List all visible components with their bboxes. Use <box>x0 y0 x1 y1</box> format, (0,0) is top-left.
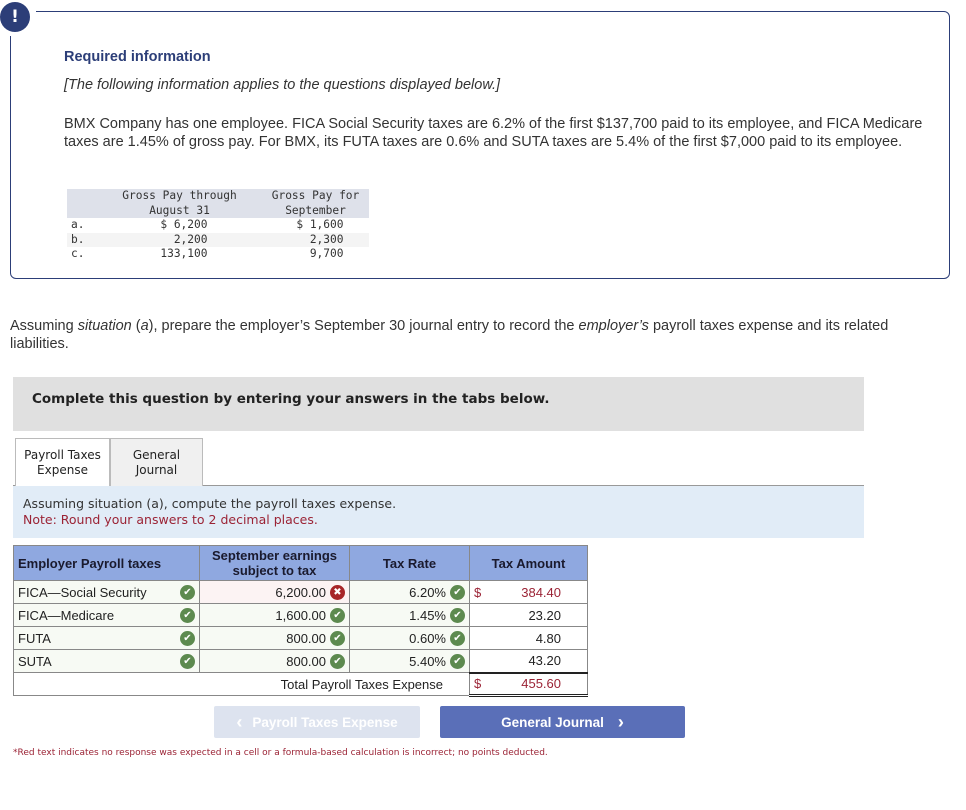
gross-september: 2,300 <box>309 232 344 246</box>
chevron-left-icon: ‹ <box>236 711 243 732</box>
correct-check-icon: ✔ <box>180 584 195 600</box>
given-table-header: Gross Pay through August 31 Gross Pay fo… <box>67 189 369 218</box>
gross-september: $ 1,600 <box>296 218 344 231</box>
required-info-title: Required information <box>64 49 211 65</box>
given-data-table: Gross Pay through August 31 Gross Pay fo… <box>67 189 369 262</box>
total-row: Total Payroll Taxes Expense $455.60 <box>13 671 588 697</box>
payroll-taxes-table: Employer Payroll taxes September earning… <box>13 545 588 697</box>
total-currency-symbol: $ <box>474 676 482 692</box>
tax-amount-value: 4.80 <box>535 630 561 646</box>
correct-check-icon: ✔ <box>450 630 465 646</box>
total-amount-cell: $455.60 <box>469 671 588 697</box>
tax-amount-cell: 43.20 <box>469 649 588 673</box>
instructions-text: Assuming situation (a), compute the payr… <box>23 496 397 511</box>
tax-name: FUTA <box>18 630 51 646</box>
tax-name-cell[interactable]: FUTA ✔ <box>13 626 200 650</box>
correct-check-icon: ✔ <box>450 607 465 623</box>
given-table-row: b. 2,200 2,300 <box>67 232 369 247</box>
header-gross-september: Gross Pay for September <box>271 189 360 217</box>
table-row: SUTA ✔ 800.00 ✔ 5.40% ✔ 43.20 <box>13 649 588 673</box>
tax-amount-cell: 4.80 <box>469 626 588 650</box>
correct-check-icon: ✔ <box>450 653 465 669</box>
red-text-footnote: *Red text indicates no response was expe… <box>13 748 548 758</box>
tax-amount-value: 43.20 <box>528 653 561 669</box>
tax-amount-value: 384.40 <box>521 584 561 600</box>
correct-check-icon: ✔ <box>450 584 465 600</box>
correct-check-icon: ✔ <box>180 653 195 669</box>
correct-check-icon: ✔ <box>180 607 195 623</box>
required-info-body: BMX Company has one employee. FICA Socia… <box>64 116 923 150</box>
tax-amount-value: 23.20 <box>528 607 561 623</box>
table-header-row: Employer Payroll taxes September earning… <box>13 545 588 581</box>
total-label: Total Payroll Taxes Expense <box>13 672 470 696</box>
instruction-banner: Complete this question by entering your … <box>13 377 864 431</box>
next-tab-label: General Journal <box>501 714 604 730</box>
earnings-input[interactable]: 1,600.00 ✔ <box>199 603 350 627</box>
earnings-input[interactable]: 6,200.00 ✖ <box>199 580 350 604</box>
table-row: FICA—Social Security ✔ 6,200.00 ✖ 6.20% ✔ $… <box>13 580 588 604</box>
gross-through-aug: 2,200 <box>173 232 208 246</box>
gross-september: 9,700 <box>309 247 344 260</box>
tax-name-cell[interactable]: FICA—Medicare ✔ <box>13 603 200 627</box>
given-table-row: a. $ 6,200 $ 1,600 <box>67 218 369 233</box>
given-table-row: c. 133,100 9,700 <box>67 247 369 262</box>
required-info-subtitle: [The following information applies to th… <box>64 77 501 93</box>
table-row: FICA—Medicare ✔ 1,600.00 ✔ 1.45% ✔ 23.20 <box>13 603 588 627</box>
header-tax-amount: Tax Amount <box>469 545 588 581</box>
tax-name: SUTA <box>18 653 52 669</box>
tax-rate-value: 5.40% <box>409 653 446 669</box>
tab-instructions: Assuming situation (a), compute the payr… <box>13 486 864 538</box>
currency-symbol: $ <box>474 584 482 600</box>
header-september-earnings: September earnings subject to tax <box>199 545 350 581</box>
tax-name-cell[interactable]: SUTA ✔ <box>13 649 200 673</box>
required-information-panel: Required information [The following info… <box>10 11 950 279</box>
question-text: Assuming situation (a), prepare the empl… <box>10 318 889 352</box>
header-gross-through-aug: Gross Pay through August 31 <box>122 189 237 217</box>
tax-name: FICA—Medicare <box>18 607 115 623</box>
tab-payroll-taxes-expense[interactable]: Payroll Taxes Expense <box>15 438 110 487</box>
correct-check-icon: ✔ <box>180 630 195 646</box>
table-row: FUTA ✔ 800.00 ✔ 0.60% ✔ 4.80 <box>13 626 588 650</box>
correct-check-icon: ✔ <box>330 630 345 646</box>
rounding-note: Note: Round your answers to 2 decimal pl… <box>23 512 318 527</box>
tax-name-cell[interactable]: FICA—Social Security ✔ <box>13 580 200 604</box>
gross-through-aug: $ 6,200 <box>160 218 208 231</box>
instruction-banner-text: Complete this question by entering your … <box>32 391 550 407</box>
tax-name: FICA—Social Security <box>18 584 147 600</box>
tax-rate-input[interactable]: 6.20% ✔ <box>349 580 470 604</box>
row-label: c. <box>71 247 85 260</box>
header-employer-payroll-taxes: Employer Payroll taxes <box>13 545 200 581</box>
tax-amount-cell: $384.40 <box>469 580 588 604</box>
earnings-value: 800.00 <box>286 630 326 646</box>
next-tab-button[interactable]: General Journal › <box>440 706 685 738</box>
tab-bar: Payroll Taxes Expense General Journal <box>13 438 864 487</box>
incorrect-x-icon: ✖ <box>330 584 345 600</box>
prev-tab-label: Payroll Taxes Expense <box>252 714 398 730</box>
header-tax-rate: Tax Rate <box>349 545 470 581</box>
correct-check-icon: ✔ <box>330 653 345 669</box>
tax-rate-input[interactable]: 1.45% ✔ <box>349 603 470 627</box>
tax-rate-value: 6.20% <box>409 584 446 600</box>
prev-tab-button[interactable]: ‹ Payroll Taxes Expense <box>214 706 420 738</box>
correct-check-icon: ✔ <box>330 607 345 623</box>
row-label: a. <box>71 218 85 231</box>
tax-amount-cell: 23.20 <box>469 603 588 627</box>
tax-rate-input[interactable]: 5.40% ✔ <box>349 649 470 673</box>
earnings-input[interactable]: 800.00 ✔ <box>199 649 350 673</box>
tax-rate-input[interactable]: 0.60% ✔ <box>349 626 470 650</box>
tab-general-journal[interactable]: General Journal <box>110 438 203 486</box>
earnings-value: 1,600.00 <box>275 607 326 623</box>
earnings-input[interactable]: 800.00 ✔ <box>199 626 350 650</box>
tax-rate-value: 0.60% <box>409 630 446 646</box>
alert-icon: ! <box>0 2 30 32</box>
total-amount-value: 455.60 <box>521 676 561 692</box>
earnings-value: 6,200.00 <box>275 584 326 600</box>
row-label: b. <box>71 232 85 246</box>
gross-through-aug: 133,100 <box>160 247 208 260</box>
tax-rate-value: 1.45% <box>409 607 446 623</box>
earnings-value: 800.00 <box>286 653 326 669</box>
chevron-right-icon: › <box>617 711 624 732</box>
